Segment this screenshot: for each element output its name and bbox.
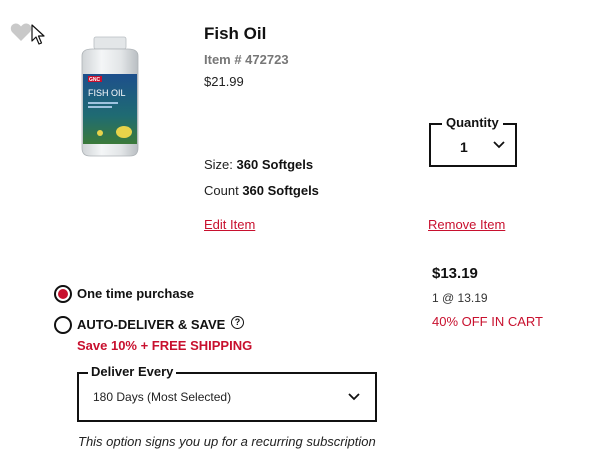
auto-deliver-promo: Save 10% + FREE SHIPPING (77, 338, 253, 353)
one-time-purchase-radio[interactable] (54, 285, 72, 303)
subscription-note: This option signs you up for a recurring… (78, 434, 376, 449)
image-brand-text: GNC (89, 77, 101, 83)
help-icon[interactable]: ? (231, 316, 244, 329)
unit-price: 1 @ 13.19 (432, 291, 488, 305)
product-title[interactable]: Fish Oil (204, 24, 266, 44)
chevron-down-icon[interactable] (347, 391, 361, 403)
count-attribute: Count 360 Softgels (204, 183, 319, 198)
size-attribute: Size: 360 Softgels (204, 157, 313, 172)
one-time-purchase-label[interactable]: One time purchase (77, 286, 194, 301)
remove-item-link[interactable]: Remove Item (428, 217, 505, 232)
mouse-cursor-icon (31, 24, 45, 45)
product-price: $21.99 (204, 74, 244, 89)
size-label: Size: (204, 157, 233, 172)
deliver-every-value[interactable]: 180 Days (Most Selected) (93, 390, 231, 404)
image-product-text: FISH OIL (88, 88, 126, 98)
deliver-every-label: Deliver Every (88, 364, 177, 379)
edit-item-link[interactable]: Edit Item (204, 217, 255, 232)
count-label: Count (204, 183, 239, 198)
auto-deliver-radio[interactable] (54, 316, 72, 334)
discount-badge: 40% OFF IN CART (432, 314, 544, 329)
auto-deliver-label[interactable]: AUTO-DELIVER & SAVE (77, 317, 225, 332)
size-value: 360 Softgels (236, 157, 314, 172)
heart-icon[interactable] (10, 22, 32, 42)
line-subtotal: $13.19 (432, 265, 478, 282)
count-value: 360 Softgels (242, 183, 319, 198)
quantity-label: Quantity (442, 115, 503, 130)
quantity-value[interactable]: 1 (460, 139, 468, 155)
item-number: Item # 472723 (204, 52, 289, 67)
chevron-down-icon[interactable] (492, 139, 506, 151)
product-image[interactable]: GNC FISH OIL (74, 36, 146, 158)
